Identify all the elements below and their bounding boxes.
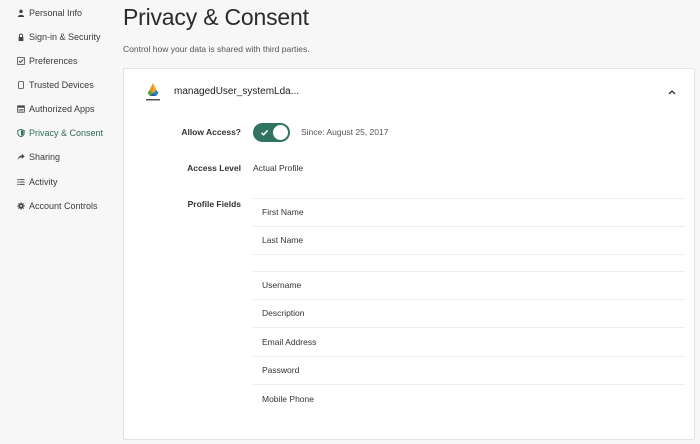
sidebar-item-label: Personal Info: [29, 8, 83, 18]
checkbox-icon: [16, 56, 26, 66]
sidebar-item-label: Trusted Devices: [29, 80, 94, 90]
sidebar: Personal Info Sign-in & Security Prefere…: [0, 0, 112, 444]
sidebar-item-label: Activity: [29, 177, 58, 187]
check-icon: [260, 129, 269, 136]
gear-icon: [16, 201, 26, 211]
share-icon: [16, 152, 26, 162]
allow-access-toggle[interactable]: [253, 123, 290, 142]
sidebar-item-sign-in-security[interactable]: Sign-in & Security: [16, 29, 101, 45]
page-title: Privacy & Consent: [123, 4, 309, 30]
list-item: Password: [253, 357, 685, 385]
sidebar-item-label: Privacy & Consent: [29, 128, 104, 138]
since-date: Since: August 25, 2017: [301, 127, 389, 137]
access-level-value: Actual Profile: [253, 163, 304, 173]
sidebar-item-sharing[interactable]: Sharing: [16, 149, 60, 165]
device-icon: [16, 80, 26, 90]
app-logo-icon: [144, 82, 162, 102]
sidebar-item-account-controls[interactable]: Account Controls: [16, 198, 98, 214]
sidebar-item-privacy-consent[interactable]: Privacy & Consent: [16, 125, 103, 141]
list-item: Mobile Phone: [262, 394, 314, 405]
sidebar-item-label: Preferences: [29, 56, 78, 66]
list-item: Description: [253, 300, 685, 328]
chevron-up-icon[interactable]: [666, 85, 678, 97]
allow-access-label: Allow Access?: [181, 127, 241, 137]
toggle-knob: [273, 125, 288, 140]
sidebar-item-label: Sign-in & Security: [29, 32, 101, 42]
list-item: Username: [253, 271, 685, 300]
sidebar-item-activity[interactable]: Activity: [16, 174, 58, 190]
sidebar-item-label: Authorized Apps: [29, 104, 95, 114]
list-icon: [16, 177, 26, 187]
sidebar-item-preferences[interactable]: Preferences: [16, 53, 78, 69]
profile-fields-group-1: First Name Last Name: [253, 198, 685, 255]
sidebar-item-authorized-apps[interactable]: Authorized Apps: [16, 101, 95, 117]
sidebar-item-label: Account Controls: [29, 201, 98, 211]
page-subtitle: Control how your data is shared with thi…: [123, 44, 310, 54]
apps-icon: [16, 104, 26, 114]
profile-fields-label: Profile Fields: [187, 199, 241, 209]
consent-card: managedUser_systemLda... Allow Access? S…: [123, 68, 695, 440]
list-item: Last Name: [253, 227, 685, 255]
app-name: managedUser_systemLda...: [174, 86, 300, 97]
lock-icon: [16, 32, 26, 42]
access-level-label: Access Level: [187, 163, 241, 173]
sidebar-item-personal-info[interactable]: Personal Info: [16, 5, 82, 21]
person-icon: [16, 8, 26, 18]
sidebar-item-trusted-devices[interactable]: Trusted Devices: [16, 77, 94, 93]
list-item: Email Address: [253, 328, 685, 357]
profile-fields-group-2: Username Description Email Address Passw…: [253, 271, 685, 414]
shield-icon: [16, 128, 26, 138]
list-item: First Name: [253, 198, 685, 227]
sidebar-item-label: Sharing: [29, 152, 61, 162]
